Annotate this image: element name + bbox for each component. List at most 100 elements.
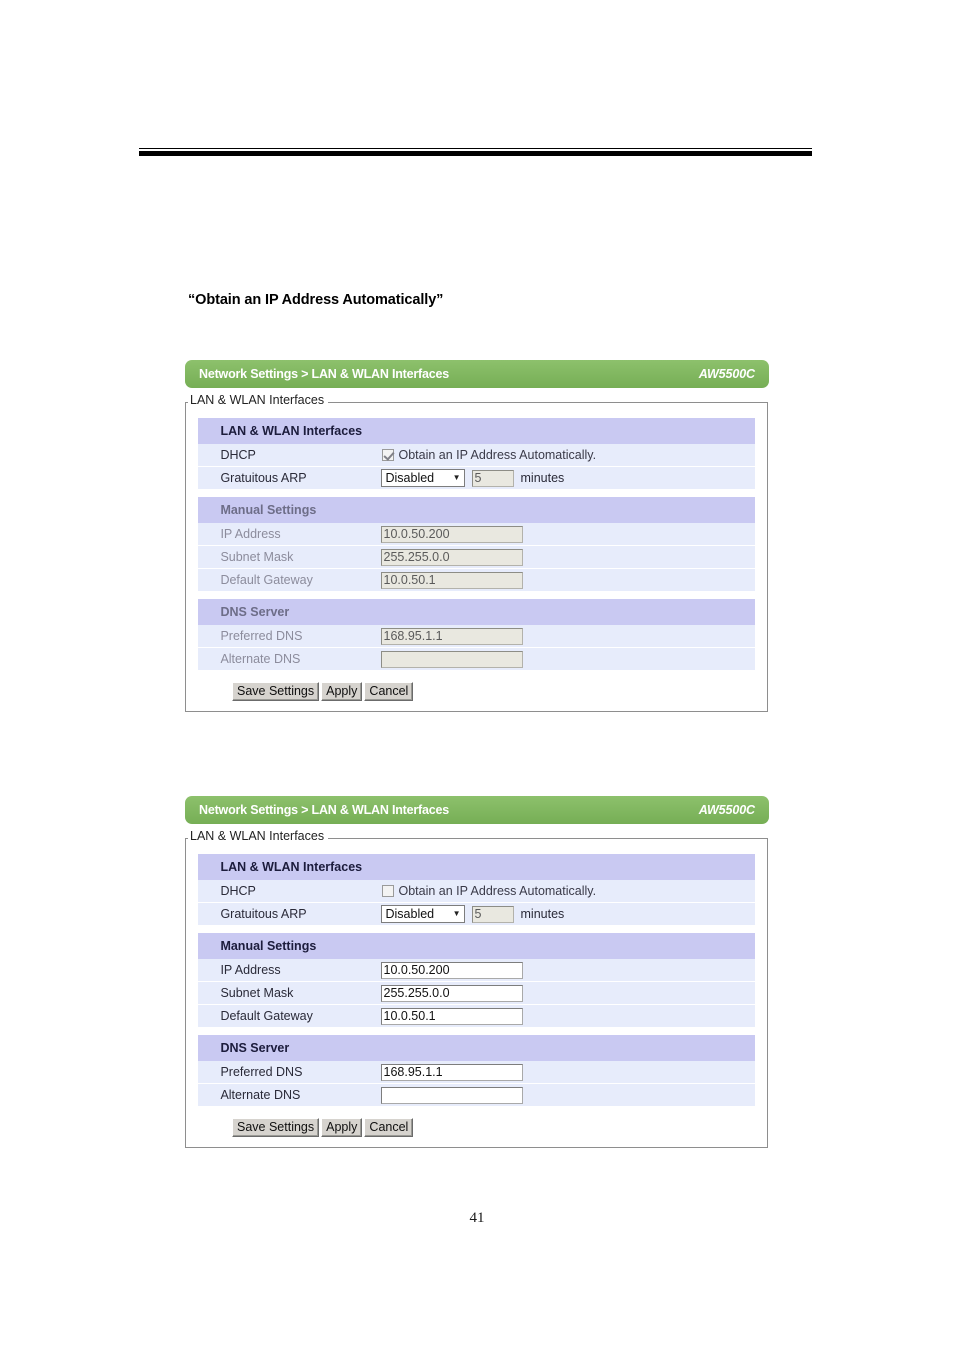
settings-row-label: DHCP — [210, 880, 380, 903]
save-settings-button[interactable]: Save Settings — [232, 682, 320, 701]
section-gap — [198, 489, 755, 497]
row-spacer-right — [737, 981, 755, 1005]
settings-row-label: Alternate DNS — [210, 1083, 380, 1107]
settings-row-label: Preferred DNS — [210, 1061, 380, 1084]
section-spacer-left — [198, 418, 211, 444]
row-spacer-left — [198, 647, 211, 671]
dhcp-checkbox-group: Obtain an IP Address Automatically. — [381, 884, 738, 898]
section-spacer-left — [198, 497, 211, 523]
text-input[interactable]: 10.0.50.200 — [380, 525, 523, 543]
settings-row: Subnet Mask 255.255.0.0 — [198, 981, 755, 1005]
cancel-button[interactable]: Cancel — [364, 1118, 414, 1137]
text-input[interactable]: 10.0.50.1 — [380, 1007, 523, 1025]
row-spacer-right — [737, 1061, 755, 1084]
text-input[interactable] — [380, 1086, 523, 1104]
settings-row-label: IP Address — [210, 523, 380, 546]
dhcp-checkbox-label: Obtain an IP Address Automatically. — [398, 448, 597, 462]
apply-button[interactable]: Apply — [321, 1118, 363, 1137]
row-spacer-left — [198, 568, 211, 592]
row-spacer-right — [737, 1004, 755, 1028]
section-gap-cell — [198, 591, 755, 599]
settings-value-cell: Disabled ▼ 5 minutes — [379, 902, 738, 926]
section-spacer-mid — [379, 933, 738, 959]
fieldset-body: LAN & WLAN Interfaces DHCP Obtain an IP Ad… — [186, 402, 767, 701]
section-caption: “Obtain an IP Address Automatically” — [188, 292, 444, 308]
settings-row: Gratuitous ARP Disabled ▼ 5 minutes — [198, 466, 755, 490]
row-spacer-right — [737, 625, 755, 648]
gratuitous-arp-select[interactable]: Disabled ▼ — [380, 905, 465, 923]
section-gap-cell — [198, 1027, 755, 1035]
interfaces-fieldset: LAN & WLAN Interfaces LAN & WLAN Interfac… — [185, 393, 768, 712]
section-header-row: LAN & WLAN Interfaces — [198, 418, 755, 444]
fieldset-legend: LAN & WLAN Interfaces — [188, 393, 329, 407]
row-spacer-left — [198, 981, 211, 1005]
row-spacer-right — [737, 568, 755, 592]
config-panel: Network Settings > LAN & WLAN Interfaces… — [185, 360, 769, 712]
section-spacer-left — [198, 1035, 211, 1061]
header-rule-thin — [139, 148, 812, 149]
settings-row-label: Gratuitous ARP — [210, 466, 380, 490]
settings-row-label: Gratuitous ARP — [210, 902, 380, 926]
row-spacer-left — [198, 902, 211, 926]
text-input[interactable]: 255.255.0.0 — [380, 548, 523, 566]
settings-row-label: Default Gateway — [210, 568, 380, 592]
text-input[interactable]: 10.0.50.200 — [380, 961, 523, 979]
settings-row: Default Gateway 10.0.50.1 — [198, 568, 755, 592]
gratuitous-arp-interval-unit: minutes — [520, 471, 565, 485]
settings-value-cell: 10.0.50.200 — [379, 959, 738, 982]
section-spacer-right — [737, 418, 755, 444]
settings-row: Preferred DNS 168.95.1.1 — [198, 1061, 755, 1084]
settings-value-cell: 255.255.0.0 — [379, 545, 738, 569]
row-spacer-right — [737, 444, 755, 467]
section-gap — [198, 591, 755, 599]
row-spacer-left — [198, 959, 211, 982]
gratuitous-arp-interval-input[interactable]: 5 — [471, 905, 514, 923]
section-spacer-left — [198, 933, 211, 959]
settings-row-label: Subnet Mask — [210, 981, 380, 1005]
section-header-row: Manual Settings — [198, 933, 755, 959]
section-title: DNS Server — [210, 1035, 380, 1061]
text-input[interactable] — [380, 650, 523, 668]
settings-row-label: Default Gateway — [210, 1004, 380, 1028]
row-spacer-right — [737, 545, 755, 569]
text-input[interactable]: 255.255.0.0 — [380, 984, 523, 1002]
section-gap — [198, 1027, 755, 1035]
section-gap-cell — [198, 925, 755, 933]
settings-row: IP Address 10.0.50.200 — [198, 523, 755, 546]
settings-value-cell: 10.0.50.200 — [379, 523, 738, 546]
save-settings-button[interactable]: Save Settings — [232, 1118, 320, 1137]
settings-row-label: DHCP — [210, 444, 380, 467]
cancel-button[interactable]: Cancel — [364, 682, 414, 701]
gratuitous-arp-interval-unit: minutes — [520, 907, 565, 921]
interfaces-fieldset: LAN & WLAN Interfaces LAN & WLAN Interfac… — [185, 829, 768, 1148]
gratuitous-arp-controls: Disabled ▼ 5 minutes — [380, 469, 738, 487]
text-input[interactable]: 168.95.1.1 — [380, 627, 523, 645]
chevron-down-icon: ▼ — [452, 909, 461, 918]
apply-button[interactable]: Apply — [321, 682, 363, 701]
chevron-down-icon: ▼ — [452, 473, 461, 482]
dhcp-checkbox[interactable] — [381, 885, 394, 897]
text-input[interactable]: 168.95.1.1 — [380, 1063, 523, 1081]
page-number: 41 — [469, 1210, 485, 1226]
section-title: LAN & WLAN Interfaces — [210, 854, 380, 880]
text-input[interactable]: 10.0.50.1 — [380, 571, 523, 589]
section-spacer-right — [737, 1035, 755, 1061]
settings-row-label: Preferred DNS — [210, 625, 380, 648]
settings-row: Alternate DNS — [198, 1083, 755, 1107]
settings-row: Default Gateway 10.0.50.1 — [198, 1004, 755, 1028]
row-spacer-right — [737, 466, 755, 490]
settings-value-cell: Obtain an IP Address Automatically. — [379, 444, 738, 467]
form-actions: Save Settings Apply Cancel — [198, 1118, 755, 1137]
header-rule-thick — [139, 151, 812, 156]
settings-value-cell: Disabled ▼ 5 minutes — [379, 466, 738, 490]
settings-value-cell: 10.0.50.1 — [379, 568, 738, 592]
row-spacer-left — [198, 466, 211, 490]
row-spacer-right — [737, 959, 755, 982]
row-spacer-right — [737, 647, 755, 671]
row-spacer-left — [198, 625, 211, 648]
gratuitous-arp-interval-input[interactable]: 5 — [471, 469, 514, 487]
dhcp-checkbox[interactable] — [381, 449, 394, 461]
settings-value-cell: 168.95.1.1 — [379, 625, 738, 648]
settings-value-cell — [379, 1083, 738, 1107]
gratuitous-arp-select[interactable]: Disabled ▼ — [380, 469, 465, 487]
